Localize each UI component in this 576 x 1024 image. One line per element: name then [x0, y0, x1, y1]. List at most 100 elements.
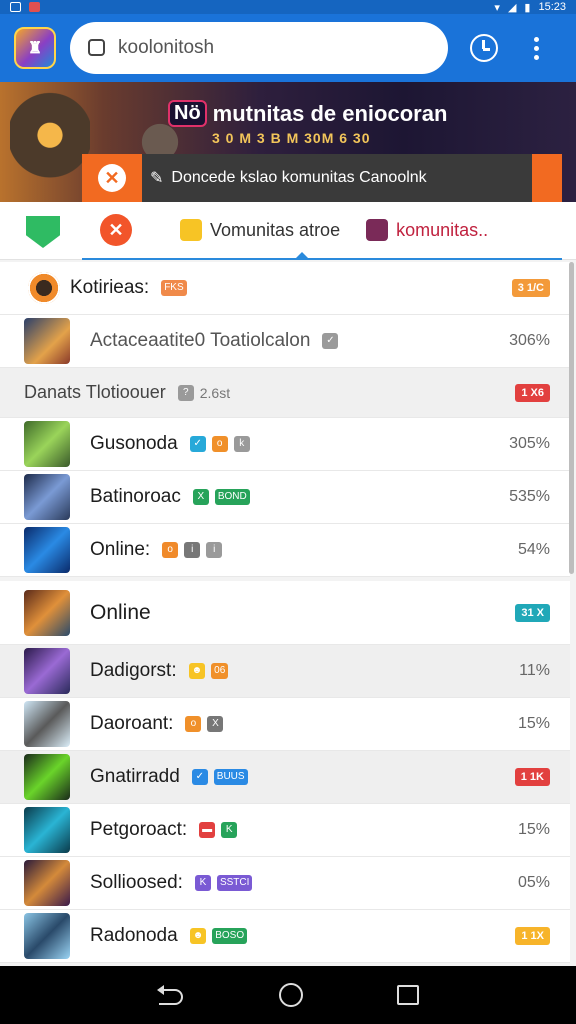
- tab-vomunitas[interactable]: Vomunitas atroe: [180, 219, 340, 241]
- tab-indicator: [296, 252, 308, 258]
- tag-chip: ✓: [189, 436, 206, 452]
- game-thumbnail: [24, 648, 70, 694]
- status-badge: 1 1K: [514, 768, 550, 786]
- tab-bar: ✕ Vomunitas atroe komunitas..: [0, 202, 576, 260]
- game-thumbnail: [24, 754, 70, 800]
- status-badge: 31 X: [515, 603, 550, 622]
- item-label: Daoroant:: [90, 713, 174, 734]
- game-thumbnail: [24, 807, 70, 853]
- list-item[interactable]: Online: o i i 54%: [0, 524, 570, 577]
- game-thumbnail: [24, 589, 70, 636]
- list-item[interactable]: Daoroant: o X 15%: [0, 698, 570, 751]
- history-icon[interactable]: [470, 34, 498, 62]
- item-label: Sollioosed:: [90, 872, 183, 893]
- percentage-value: 15%: [517, 715, 550, 732]
- tag-chip: ▬: [199, 822, 216, 838]
- percentage-value: 05%: [517, 874, 550, 891]
- item-label: Batinoroac: [90, 486, 181, 507]
- tag-chip: ?: [177, 384, 194, 401]
- game-thumbnail: [24, 913, 70, 959]
- item-label: Online: [90, 600, 151, 624]
- tag-chip: X: [192, 489, 209, 505]
- tag-chip: K: [221, 822, 238, 838]
- tab-komunitas[interactable]: komunitas..: [366, 219, 488, 241]
- close-tab-icon[interactable]: ✕: [100, 214, 132, 246]
- list-item[interactable]: Radonoda ☻ BOSO 1 1X: [0, 910, 570, 963]
- tab-vomunitas-label: Vomunitas atroe: [210, 219, 341, 240]
- list-item[interactable]: Kotirieas: FKS 3 1/C: [0, 262, 570, 315]
- tag-chip: BOSO: [212, 928, 248, 944]
- system-nav-bar: [0, 966, 576, 1024]
- notification-icon: [10, 2, 21, 12]
- category-coin-icon: [28, 272, 60, 304]
- tag-chip: o: [211, 436, 228, 452]
- list-item[interactable]: Online 31 X: [0, 581, 570, 645]
- item-label: Actaceaatite0 Toatiolcalon: [90, 330, 311, 351]
- banner-badge: Nö: [168, 100, 207, 127]
- percentage-value: 535%: [509, 488, 550, 505]
- game-thumbnail: [24, 527, 70, 573]
- notification-bar[interactable]: ✕ ✎ Doncede kslao komunitas Canoolnk: [82, 154, 562, 202]
- app-logo-icon[interactable]: ♜: [14, 27, 56, 69]
- status-bar: ▾ ◢ ▮ 15:23: [0, 0, 576, 14]
- app-bar: ♜: [0, 14, 576, 82]
- item-label: Dadigorst:: [90, 660, 177, 681]
- item-label: Gusonoda: [90, 433, 178, 454]
- list-item[interactable]: Batinoroac X BOND 535%: [0, 471, 570, 524]
- item-label: Danats Tlotioouer: [24, 382, 166, 402]
- tab-vomunitas-icon: [180, 219, 202, 241]
- banner-title: mutnitas de eniocoran: [212, 100, 448, 126]
- list-item[interactable]: Dadigorst: ☻ 06 11%: [0, 645, 570, 698]
- scrollbar[interactable]: [569, 262, 574, 574]
- notification-text: Doncede kslao komunitas Canoolnk: [171, 169, 427, 186]
- edit-icon: ✎: [150, 170, 164, 187]
- percentage-value: 15%: [517, 821, 550, 838]
- status-badge: 3 1/C: [511, 279, 550, 297]
- percentage-value: 306%: [509, 332, 550, 349]
- community-list: Kotirieas: FKS 3 1/C Actaceaatite0 Toatiolc…: [0, 262, 570, 963]
- back-icon[interactable]: [157, 985, 185, 1005]
- recents-icon[interactable]: [397, 985, 419, 1005]
- game-thumbnail: [24, 474, 70, 520]
- game-thumbnail: [24, 318, 70, 364]
- list-item[interactable]: Petgoroact: ▬ K 15%: [0, 804, 570, 857]
- game-thumbnail: [24, 421, 70, 467]
- close-circle-icon[interactable]: ✕: [98, 164, 126, 192]
- item-label: Gnatirradd: [90, 766, 180, 787]
- tag-chip: i: [184, 542, 201, 558]
- battery-icon: ▮: [524, 1, 531, 14]
- tag-chip: k: [233, 436, 250, 452]
- list-item[interactable]: Gusonoda ✓ o k 305%: [0, 418, 570, 471]
- wifi-icon: ▾: [494, 1, 500, 14]
- section-extra-text: 2.6st: [199, 384, 231, 401]
- game-thumbnail: [24, 860, 70, 906]
- tag-chip: FKS: [161, 280, 187, 296]
- percentage-value: 11%: [519, 662, 550, 679]
- tag-chip: ✓: [191, 769, 208, 785]
- tag-chip: i: [206, 542, 223, 558]
- search-icon: [86, 38, 106, 58]
- search-input[interactable]: [118, 37, 418, 59]
- tag-chip: ☻: [189, 928, 207, 944]
- shield-icon[interactable]: [26, 216, 60, 248]
- item-label: Online:: [90, 539, 151, 560]
- clock-text: 15:23: [538, 1, 566, 13]
- item-label: Kotirieas:: [70, 277, 150, 298]
- tag-chip: ☻: [188, 663, 206, 679]
- percentage-value: 305%: [509, 435, 550, 452]
- tag-chip: X: [207, 716, 224, 732]
- list-item[interactable]: Gnatirradd ✓ BUUS 1 1K: [0, 751, 570, 804]
- tab-komunitas-icon: [366, 219, 389, 241]
- signal-icon: ◢: [507, 1, 517, 14]
- section-header-row[interactable]: Danats Tlotioouer? 2.6st 1 X6: [0, 368, 570, 418]
- item-label: Petgoroact:: [90, 819, 188, 840]
- list-item[interactable]: Actaceaatite0 Toatiolcalon ✓ 306%: [0, 315, 570, 368]
- status-badge: 1 X6: [515, 383, 550, 402]
- list-item[interactable]: Sollioosed: K SSTCI 05%: [0, 857, 570, 910]
- home-icon[interactable]: [279, 983, 303, 1007]
- percentage-value: 54%: [517, 541, 550, 558]
- search-box[interactable]: [70, 22, 448, 74]
- overflow-menu-icon[interactable]: [534, 36, 539, 60]
- tag-chip: SSTCI: [216, 875, 253, 891]
- tag-chip: ✓: [322, 333, 339, 349]
